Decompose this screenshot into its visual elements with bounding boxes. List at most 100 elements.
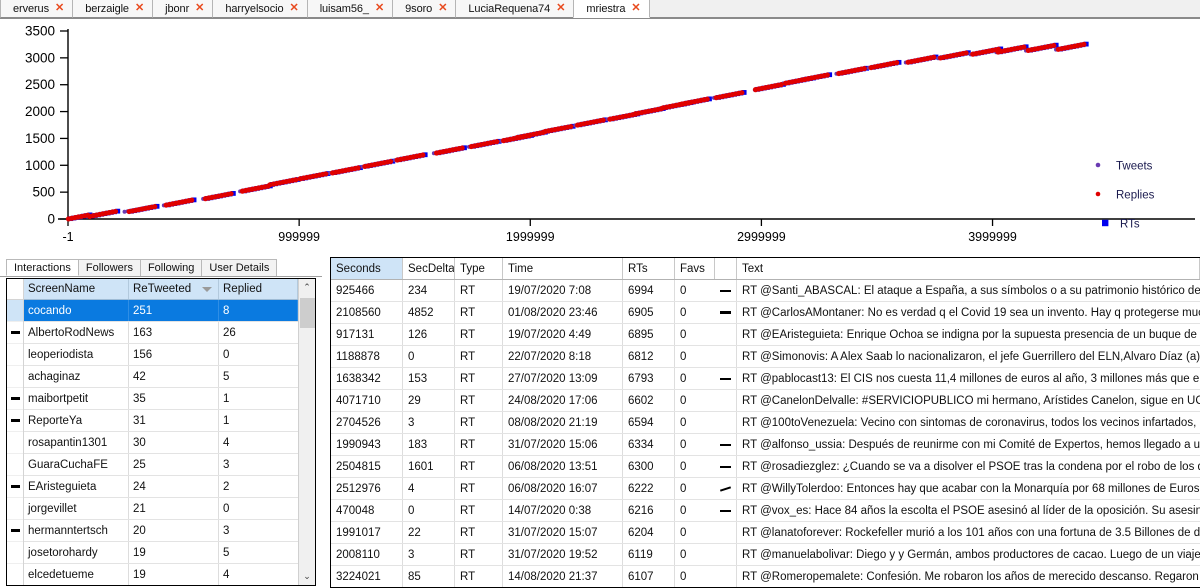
table-row[interactable]: 2108560 4852 RT 01/08/2020 23:46 6905 0 RT @Ca…: [331, 302, 1200, 324]
cell-secdelta: 3: [403, 412, 455, 433]
user-tab-jbonr[interactable]: jbonr ✕: [152, 0, 214, 18]
user-tab-mriestra[interactable]: mriestra ✕: [573, 0, 650, 18]
row-gutter-cell[interactable]: [7, 344, 23, 366]
user-tab-label: LuciaRequena74: [468, 2, 551, 15]
close-icon[interactable]: ✕: [195, 3, 204, 14]
close-icon[interactable]: ✕: [55, 3, 64, 14]
cell-time: 31/07/2020 19:52: [503, 544, 623, 565]
column-header-seconds[interactable]: Seconds: [331, 258, 403, 279]
table-row[interactable]: hermanntertsch 20 3: [24, 520, 298, 542]
row-gutter-cell[interactable]: [7, 476, 23, 498]
table-row[interactable]: EAristeguieta 24 2: [24, 476, 298, 498]
cell-time: 31/07/2020 15:06: [503, 434, 623, 455]
table-row[interactable]: achaginaz 42 5: [24, 366, 298, 388]
cell-secdelta: 4852: [403, 302, 455, 323]
table-row[interactable]: 917131 126 RT 19/07/2020 4:49 6895 0 RT @EAris…: [331, 324, 1200, 346]
row-gutter-cell[interactable]: [7, 520, 23, 542]
column-header-marker[interactable]: [715, 258, 737, 279]
row-gutter-cell[interactable]: [7, 542, 23, 564]
row-gutter-cell[interactable]: [7, 564, 23, 585]
row-gutter-cell[interactable]: [7, 366, 23, 388]
user-tab-label: luisam56_: [319, 2, 369, 15]
table-row[interactable]: elcedetueme 19 4: [24, 564, 298, 585]
table-row[interactable]: maibortpetit 35 1: [24, 388, 298, 410]
column-header-favs[interactable]: Favs: [675, 258, 715, 279]
table-row[interactable]: 2008110 3 RT 31/07/2020 19:52 6119 0 RT @manue…: [331, 544, 1200, 566]
interactions-vertical-scrollbar[interactable]: ⌃ ⌄: [298, 279, 315, 585]
user-tab-harryelsocio[interactable]: harryelsocio ✕: [212, 0, 308, 18]
column-header-time[interactable]: Time: [503, 258, 623, 279]
data-point: [1051, 42, 1057, 49]
scrollbar-thumb[interactable]: [299, 298, 315, 328]
row-gutter-cell[interactable]: [7, 410, 23, 432]
table-row[interactable]: rosapantin1301 30 4: [24, 432, 298, 454]
user-tab-9soro[interactable]: 9soro ✕: [392, 0, 457, 18]
close-icon[interactable]: ✕: [438, 3, 447, 14]
table-row[interactable]: 1990943 183 RT 31/07/2020 15:06 6334 0 RT @alf…: [331, 434, 1200, 456]
column-header-screenname[interactable]: ScreenName: [24, 279, 129, 299]
table-row[interactable]: 4071710 29 RT 24/08/2020 17:06 6602 0 RT @Cane…: [331, 390, 1200, 412]
tab-user-details[interactable]: User Details: [201, 259, 278, 276]
column-header-text[interactable]: Text: [737, 258, 1200, 279]
table-row[interactable]: 2704526 3 RT 08/08/2020 21:19 6594 0 RT @100to…: [331, 412, 1200, 434]
row-gutter-cell[interactable]: [7, 388, 23, 410]
close-icon[interactable]: ✕: [631, 3, 640, 14]
table-row[interactable]: 2512976 4 RT 06/08/2020 16:07 6222 0 RT @Willy…: [331, 478, 1200, 500]
close-icon[interactable]: ✕: [375, 3, 384, 14]
close-icon[interactable]: ✕: [289, 3, 298, 14]
legend-label-tweets[interactable]: Tweets: [1116, 161, 1153, 173]
data-point: [293, 177, 299, 183]
table-row[interactable]: 1188878 0 RT 22/07/2020 8:18 6812 0 RT @Simono…: [331, 346, 1200, 368]
scrollbar-track[interactable]: [298, 296, 315, 568]
row-gutter-cell[interactable]: [7, 300, 23, 322]
table-row[interactable]: 470048 0 RT 14/07/2020 0:38 6216 0 RT @vox_es:…: [331, 500, 1200, 522]
user-tab-erverus[interactable]: erverus ✕: [0, 0, 74, 18]
column-header-secdelta[interactable]: SecDelta: [403, 258, 455, 279]
cell-retweeted: 25: [129, 454, 219, 475]
row-gutter-cell[interactable]: [7, 322, 23, 344]
table-row[interactable]: cocando 251 8: [24, 300, 298, 322]
table-row[interactable]: 1638342 153 RT 27/07/2020 13:09 6793 0 RT @pab…: [331, 368, 1200, 390]
row-marker-icon: [10, 419, 20, 422]
table-row[interactable]: ReporteYa 31 1: [24, 410, 298, 432]
table-row[interactable]: GuaraCuchaFE 25 3: [24, 454, 298, 476]
user-tab-label: mriestra: [586, 2, 626, 15]
table-row[interactable]: 925466 234 RT 19/07/2020 7:08 6994 0 RT @Santi…: [331, 280, 1200, 302]
cell-seconds: 925466: [331, 280, 403, 301]
table-row[interactable]: jorgevillet 21 0: [24, 498, 298, 520]
user-tab-berzaigle[interactable]: berzaigle ✕: [72, 0, 154, 18]
legend-label-rts[interactable]: RTs: [1120, 219, 1140, 231]
cell-seconds: 917131: [331, 324, 403, 345]
column-header-retweeted[interactable]: ReTweeted: [129, 279, 219, 299]
data-point: [824, 72, 830, 78]
cell-secdelta: 153: [403, 368, 455, 389]
user-tab-luciarequena74[interactable]: LuciaRequena74 ✕: [455, 0, 575, 18]
close-icon[interactable]: ✕: [135, 3, 144, 14]
data-point: [152, 203, 158, 210]
column-header-replied[interactable]: Replied: [219, 279, 298, 299]
cell-name: elcedetueme: [24, 564, 129, 585]
scroll-down-icon[interactable]: ⌄: [298, 568, 315, 585]
table-row[interactable]: 2504815 1601 RT 06/08/2020 13:51 6300 0 RT @ro…: [331, 456, 1200, 478]
data-point: [494, 138, 500, 145]
column-header-type[interactable]: Type: [455, 258, 503, 279]
table-row[interactable]: 1991017 22 RT 31/07/2020 15:07 6204 0 RT @lana…: [331, 522, 1200, 544]
row-gutter-cell[interactable]: [7, 432, 23, 454]
tab-following[interactable]: Following: [139, 259, 203, 276]
cell-retweeted: 30: [129, 432, 219, 453]
legend-label-replies[interactable]: Replies: [1116, 190, 1155, 202]
table-row[interactable]: josetorohardy 19 5: [24, 542, 298, 564]
user-tab-luisam56_[interactable]: luisam56_ ✕: [306, 0, 394, 18]
row-gutter-cell[interactable]: [7, 498, 23, 520]
tab-followers[interactable]: Followers: [77, 259, 141, 276]
table-row[interactable]: leoperiodista 156 0: [24, 344, 298, 366]
scroll-up-icon[interactable]: ⌃: [298, 279, 315, 296]
close-icon[interactable]: ✕: [556, 3, 565, 14]
row-gutter-cell[interactable]: [7, 454, 23, 476]
tab-interactions[interactable]: Interactions: [6, 259, 79, 276]
table-row[interactable]: AlbertoRodNews 163 26: [24, 322, 298, 344]
row-marker-cell: [715, 456, 737, 477]
cell-type: RT: [455, 412, 503, 433]
table-row[interactable]: 3224021 85 RT 14/08/2020 21:37 6107 0 RT @Rome…: [331, 566, 1200, 587]
column-header-rts[interactable]: RTs: [623, 258, 675, 279]
